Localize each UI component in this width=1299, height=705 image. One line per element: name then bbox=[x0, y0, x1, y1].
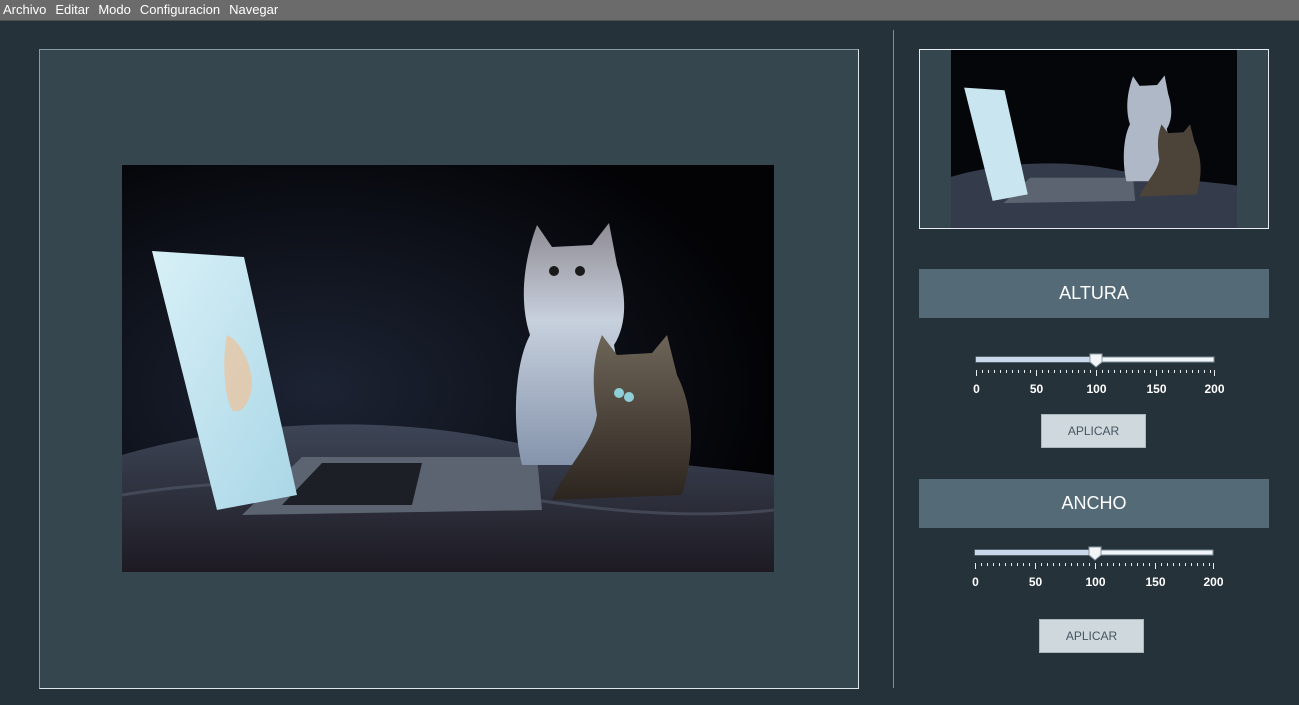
menu-configuracion[interactable]: Configuracion bbox=[136, 0, 224, 20]
altura-slider[interactable]: 0 50 100 150 200 bbox=[972, 352, 1224, 396]
ancho-slider-thumb[interactable] bbox=[1088, 546, 1102, 561]
menu-bar: Archivo Editar Modo Configuracion Navega… bbox=[0, 0, 1299, 21]
thumbnail-image bbox=[951, 50, 1237, 228]
main-image bbox=[122, 165, 774, 572]
menu-modo[interactable]: Modo bbox=[94, 0, 135, 20]
ancho-tick-label: 0 bbox=[972, 575, 979, 589]
ancho-tick-label: 50 bbox=[1029, 575, 1043, 589]
image-canvas[interactable] bbox=[39, 49, 859, 689]
altura-tick-label: 200 bbox=[1204, 382, 1224, 396]
panel-divider bbox=[893, 30, 894, 688]
ancho-tick-marks bbox=[975, 563, 1214, 569]
thumbnail-preview bbox=[919, 49, 1269, 229]
menu-archivo[interactable]: Archivo bbox=[0, 0, 50, 20]
ancho-apply-button[interactable]: APLICAR bbox=[1039, 619, 1144, 653]
altura-tick-label: 0 bbox=[973, 382, 980, 396]
altura-header: ALTURA bbox=[919, 269, 1269, 318]
menu-navegar[interactable]: Navegar bbox=[225, 0, 282, 20]
ancho-slider[interactable]: 0 50 100 150 200 bbox=[971, 545, 1223, 589]
altura-tick-label: 150 bbox=[1146, 382, 1166, 396]
ancho-tick-label: 100 bbox=[1085, 575, 1105, 589]
altura-tick-marks bbox=[976, 370, 1215, 376]
ancho-header: ANCHO bbox=[919, 479, 1269, 528]
altura-tick-label: 50 bbox=[1030, 382, 1044, 396]
menu-editar[interactable]: Editar bbox=[51, 0, 93, 20]
ancho-tick-label: 150 bbox=[1145, 575, 1165, 589]
ancho-tick-label: 200 bbox=[1203, 575, 1223, 589]
altura-apply-button[interactable]: APLICAR bbox=[1041, 414, 1146, 448]
altura-slider-thumb[interactable] bbox=[1089, 353, 1103, 368]
altura-tick-label: 100 bbox=[1086, 382, 1106, 396]
